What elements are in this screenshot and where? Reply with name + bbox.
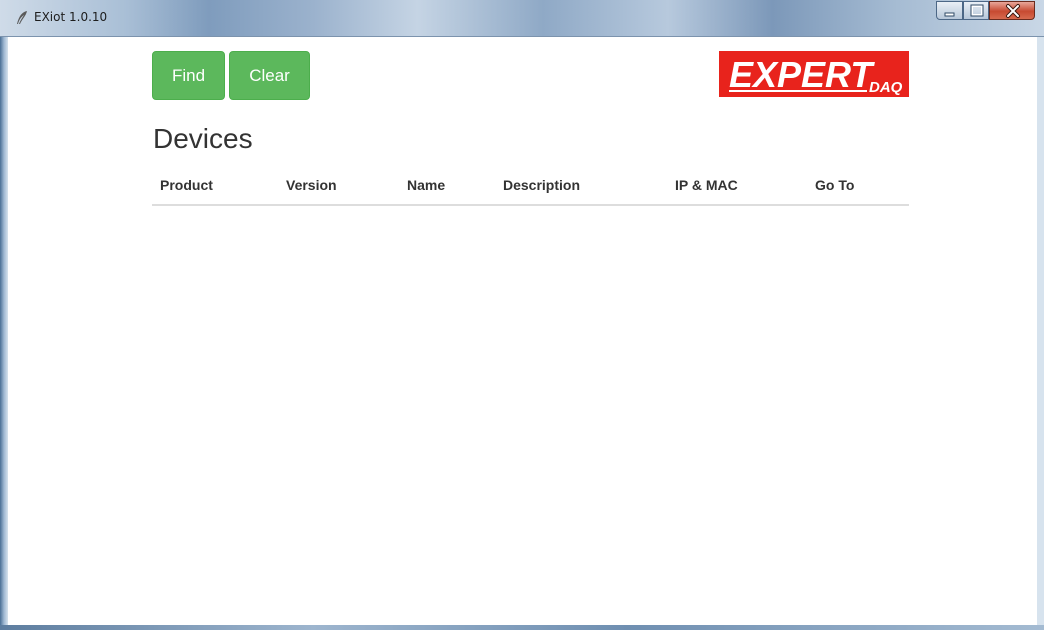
window-title: EXiot 1.0.10: [34, 10, 108, 24]
close-button[interactable]: [989, 1, 1035, 20]
column-header-name: Name: [407, 177, 446, 193]
title-bar[interactable]: EXiot 1.0.10: [0, 0, 1044, 37]
logo-main-text: EXPERT: [729, 54, 875, 95]
column-header-version: Version: [286, 177, 337, 193]
clear-button[interactable]: Clear: [229, 51, 310, 100]
column-header-description: Description: [503, 177, 581, 193]
window-bottom-border: [0, 625, 1044, 630]
page-title: Devices: [153, 123, 253, 154]
devices-table: Product Version Name Description IP & MA…: [152, 167, 909, 206]
minimize-button[interactable]: [936, 1, 963, 20]
close-icon: [1006, 4, 1020, 18]
feather-icon: [16, 11, 28, 25]
column-header-go-to: Go To: [815, 177, 855, 193]
logo-sub-text: DAQ: [869, 79, 903, 96]
column-header-ip-mac: IP & MAC: [675, 177, 738, 193]
find-button[interactable]: Find: [152, 51, 225, 100]
app-window: EXiot 1.0.10 Find Clear EXPERT DAQ Devic…: [0, 0, 1044, 630]
expert-daq-logo: EXPERT DAQ: [719, 51, 909, 97]
main-content: Find Clear EXPERT DAQ Devices Product Ve…: [8, 37, 1037, 625]
maximize-icon: [970, 4, 984, 17]
maximize-button[interactable]: [963, 1, 989, 20]
column-header-product: Product: [160, 177, 213, 193]
minimize-icon: [944, 12, 955, 17]
